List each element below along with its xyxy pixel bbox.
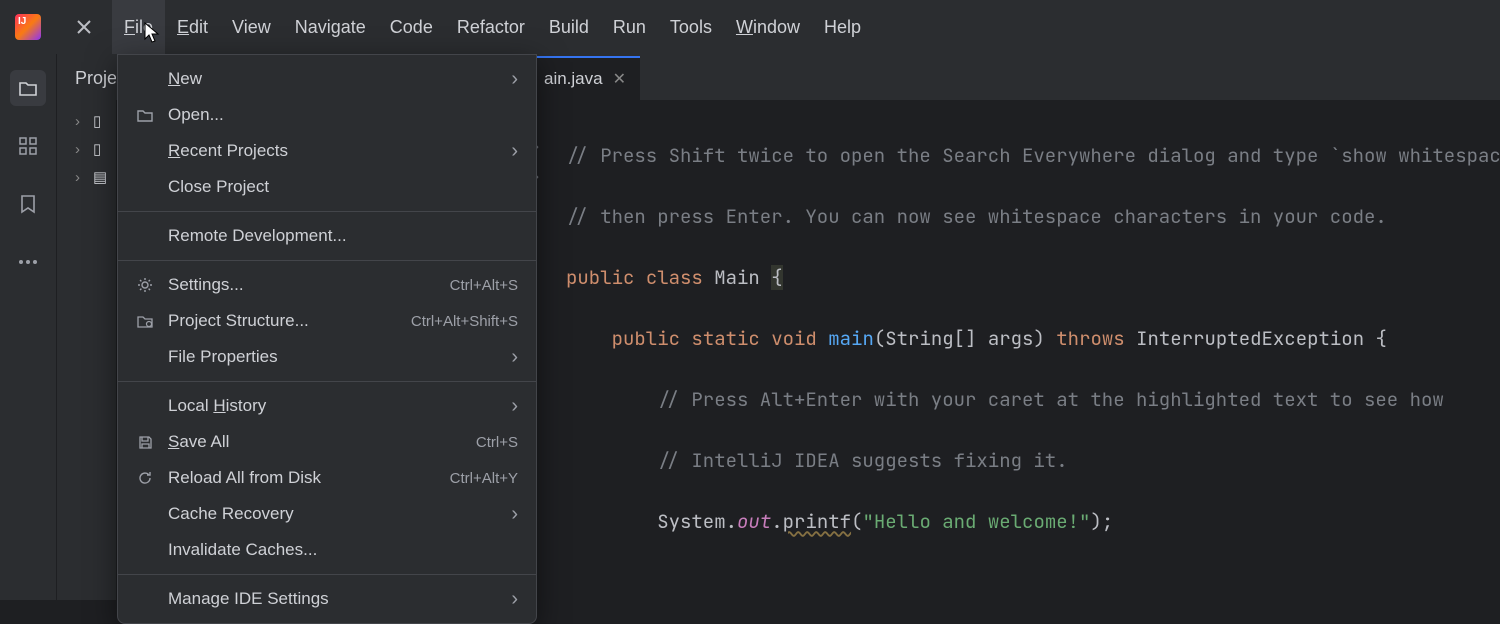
folder-icon	[136, 106, 154, 124]
close-icon[interactable]: ✕	[613, 69, 626, 89]
structure-tool-icon[interactable]	[10, 128, 46, 164]
menu-code[interactable]: Code	[378, 0, 445, 54]
menu-local-history[interactable]: Local History	[118, 388, 536, 424]
menu-save-all[interactable]: Save All Ctrl+S	[118, 424, 536, 460]
editor-tab-main-java[interactable]: ain.java ✕	[530, 56, 640, 100]
menu-manage-ide-settings[interactable]: Manage IDE Settings	[118, 581, 536, 617]
menu-open[interactable]: Open...	[118, 97, 536, 133]
menu-reload-from-disk[interactable]: Reload All from Disk Ctrl+Alt+Y	[118, 460, 536, 496]
menu-navigate[interactable]: Navigate	[283, 0, 378, 54]
menu-cache-recovery[interactable]: Cache Recovery	[118, 496, 536, 532]
menu-help[interactable]: Help	[812, 0, 873, 54]
tree-row[interactable]: ›▯	[57, 135, 116, 163]
project-tool-icon[interactable]	[10, 70, 46, 106]
menu-view[interactable]: View	[220, 0, 283, 54]
menu-settings[interactable]: Settings... Ctrl+Alt+S	[118, 267, 536, 303]
menu-close-project[interactable]: Close Project	[118, 169, 536, 205]
menu-invalidate-caches[interactable]: Invalidate Caches...	[118, 532, 536, 568]
more-tool-icon[interactable]	[10, 244, 46, 280]
menu-recent-projects[interactable]: Recent Projects	[118, 133, 536, 169]
menu-build[interactable]: Build	[537, 0, 601, 54]
project-panel-title: Project	[57, 68, 116, 89]
structure-icon	[136, 312, 154, 330]
save-icon	[136, 433, 154, 451]
menu-file-properties[interactable]: File Properties	[118, 339, 536, 375]
tree-row[interactable]: ›▤	[57, 163, 116, 191]
menu-run[interactable]: Run	[601, 0, 658, 54]
reload-icon	[136, 469, 154, 487]
menu-refactor[interactable]: Refactor	[445, 0, 537, 54]
bookmarks-tool-icon[interactable]	[10, 186, 46, 222]
left-tool-strip	[0, 54, 56, 600]
menu-remote-development[interactable]: Remote Development...	[118, 218, 536, 254]
tree-row[interactable]: ›▯	[57, 107, 116, 135]
project-panel: Project ›▯ ›▯ ›▤	[56, 54, 116, 600]
menu-new[interactable]: New	[118, 61, 536, 97]
app-icon[interactable]	[0, 0, 56, 54]
menu-window[interactable]: Window	[724, 0, 812, 54]
menubar: File Edit View Navigate Code Refactor Bu…	[112, 0, 873, 54]
close-icon[interactable]	[56, 0, 112, 54]
menu-tools[interactable]: Tools	[658, 0, 724, 54]
tab-label: ain.java	[544, 69, 603, 89]
menu-file[interactable]: File	[112, 0, 165, 54]
menu-project-structure[interactable]: Project Structure... Ctrl+Alt+Shift+S	[118, 303, 536, 339]
file-menu-dropdown: New Open... Recent Projects Close Projec…	[117, 54, 537, 624]
menu-edit[interactable]: Edit	[165, 0, 220, 54]
gear-icon	[136, 276, 154, 294]
